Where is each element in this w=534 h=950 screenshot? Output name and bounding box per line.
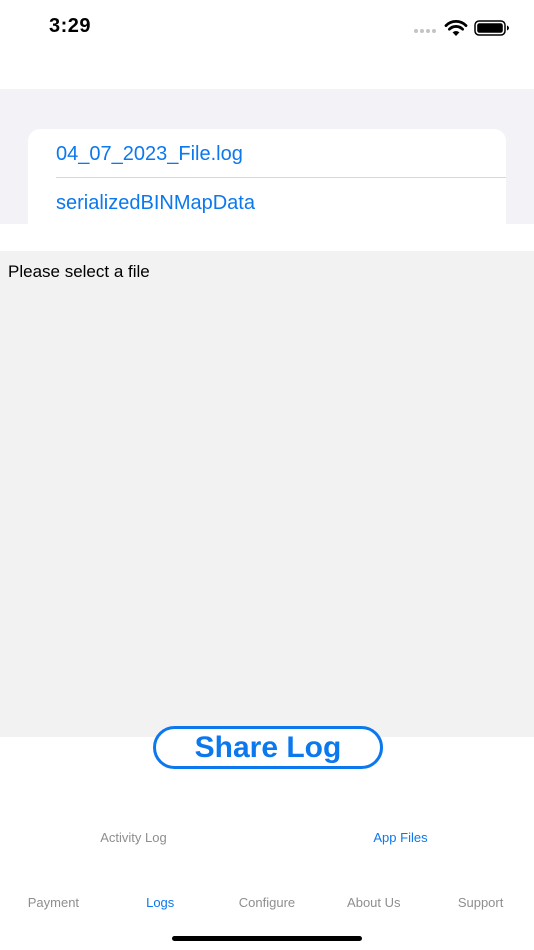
tab-about-us[interactable]: About Us: [320, 882, 427, 924]
segment-app-files[interactable]: App Files: [267, 818, 534, 858]
file-name: 04_07_2023_File.log: [56, 143, 243, 165]
cellular-signal-icon: [414, 29, 438, 35]
log-source-segmented-control: Activity Log App Files: [0, 818, 534, 858]
status-time: 3:29: [49, 15, 92, 37]
wifi-icon: [444, 20, 468, 36]
file-name: serializedBINMapData: [56, 192, 255, 214]
home-indicator: [172, 936, 362, 941]
log-content-text: Please select a file: [8, 262, 150, 281]
tab-logs[interactable]: Logs: [107, 882, 214, 924]
tab-configure[interactable]: Configure: [214, 882, 321, 924]
file-list: 04_07_2023_File.log serializedBINMapData: [28, 129, 506, 224]
file-row[interactable]: serializedBINMapData: [28, 179, 506, 224]
tab-support[interactable]: Support: [427, 882, 534, 924]
file-row[interactable]: 04_07_2023_File.log: [28, 130, 506, 178]
share-log-button[interactable]: Share Log: [153, 726, 383, 769]
status-bar: 3:29: [0, 0, 534, 56]
tab-payment[interactable]: Payment: [0, 882, 107, 924]
tab-bar: Payment Logs Configure About Us Support: [0, 882, 534, 924]
log-content-view[interactable]: Please select a file: [0, 251, 534, 737]
segment-activity-log[interactable]: Activity Log: [0, 818, 267, 858]
row-divider: [56, 177, 506, 178]
battery-icon: [474, 20, 509, 36]
